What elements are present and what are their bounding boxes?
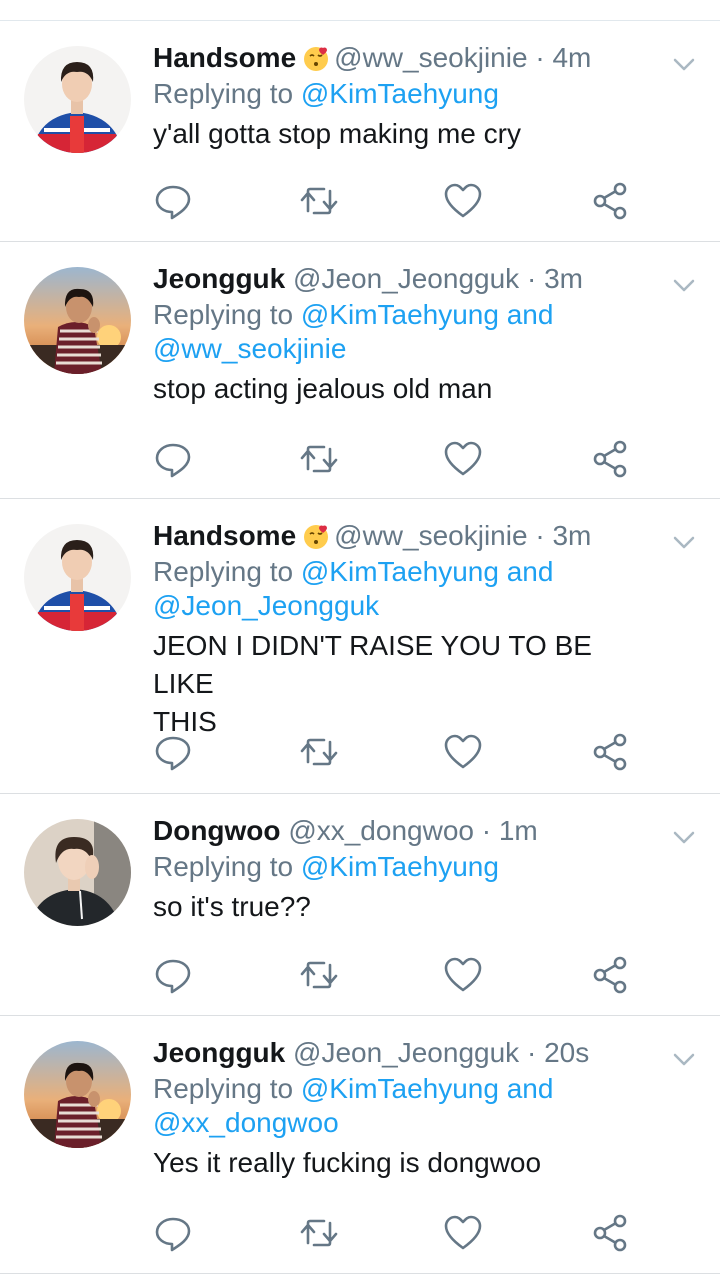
tweet[interactable]: Jeongguk @Jeon_Jeongguk · 20s Replying t… <box>0 1016 720 1274</box>
retweet-icon[interactable] <box>299 439 339 479</box>
display-name[interactable]: Handsome <box>153 520 296 551</box>
replying-prefix: Replying to <box>153 556 301 587</box>
avatar[interactable] <box>24 46 131 153</box>
tweet-actions <box>153 1213 653 1253</box>
chevron-down-icon[interactable] <box>672 57 696 73</box>
tweet-text: JEON I DIDN'T RAISE YOU TO BE LIKE THIS <box>153 627 660 741</box>
share-icon[interactable] <box>590 732 630 772</box>
share-icon[interactable] <box>590 181 630 221</box>
tweet-header: Dongwoo @xx_dongwoo · 1m <box>153 814 660 848</box>
reply-icon[interactable] <box>153 1213 193 1253</box>
mention-link[interactable]: @KimTaehyung <box>301 851 499 882</box>
handle[interactable]: @xx_dongwoo <box>288 815 474 846</box>
separator: · <box>527 42 553 73</box>
share-icon[interactable] <box>590 1213 630 1253</box>
separator: · <box>519 1037 545 1068</box>
handle[interactable]: @Jeon_Jeongguk <box>293 1037 519 1068</box>
tweet-header: Jeongguk @Jeon_Jeongguk · 20s <box>153 1036 660 1070</box>
like-icon[interactable] <box>443 439 483 479</box>
mention-link[interactable]: @Jeon_Jeongguk <box>153 590 379 621</box>
chevron-down-icon[interactable] <box>672 830 696 846</box>
kissing-face-heart-emoji <box>302 44 330 72</box>
retweet-icon[interactable] <box>299 181 339 221</box>
retweet-icon[interactable] <box>299 955 339 995</box>
mention-joiner: and <box>498 1073 554 1104</box>
tweet[interactable]: Handsome @ww_seokjinie · 4m Replying to @… <box>0 21 720 242</box>
chevron-down-icon[interactable] <box>672 1052 696 1068</box>
replying-to: Replying to @KimTaehyung <box>153 77 660 111</box>
display-name[interactable]: Dongwoo <box>153 815 281 846</box>
reply-icon[interactable] <box>153 439 193 479</box>
handle[interactable]: @Jeon_Jeongguk <box>293 263 519 294</box>
tweet-actions <box>153 732 653 772</box>
mention-link[interactable]: @KimTaehyung <box>301 299 499 330</box>
mention-link[interactable]: @ww_seokjinie <box>153 333 346 364</box>
replying-prefix: Replying to <box>153 78 301 109</box>
separator: · <box>519 263 545 294</box>
timestamp[interactable]: 3m <box>552 520 591 551</box>
mention-link[interactable]: @KimTaehyung <box>301 556 499 587</box>
chevron-down-icon[interactable] <box>672 278 696 294</box>
share-icon[interactable] <box>590 439 630 479</box>
like-icon[interactable] <box>443 181 483 221</box>
display-name[interactable]: Handsome <box>153 42 296 73</box>
like-icon[interactable] <box>443 1213 483 1253</box>
replying-to: Replying to @KimTaehyung and @ww_seokjini… <box>153 298 660 366</box>
display-name[interactable]: Jeongguk <box>153 1037 285 1068</box>
chevron-down-icon[interactable] <box>672 535 696 551</box>
tweet-actions <box>153 955 653 995</box>
mention-joiner: and <box>498 299 554 330</box>
like-icon[interactable] <box>443 732 483 772</box>
separator: · <box>527 520 553 551</box>
tweet[interactable]: Jeongguk @Jeon_Jeongguk · 3m Replying to… <box>0 242 720 499</box>
mention-joiner: and <box>498 556 554 587</box>
tweet[interactable]: Handsome @ww_seokjinie · 3m Replying to @… <box>0 499 720 794</box>
tweet-header: Handsome @ww_seokjinie · 3m <box>153 519 660 553</box>
timestamp[interactable]: 4m <box>552 42 591 73</box>
replying-to: Replying to @KimTaehyung and @xx_dongwoo <box>153 1072 660 1140</box>
like-icon[interactable] <box>443 955 483 995</box>
retweet-icon[interactable] <box>299 732 339 772</box>
tweet-text: stop acting jealous old man <box>153 373 493 404</box>
reply-icon[interactable] <box>153 181 193 221</box>
replying-to: Replying to @KimTaehyung and @Jeon_Jeongg… <box>153 555 660 623</box>
share-icon[interactable] <box>590 955 630 995</box>
tweet-actions <box>153 439 653 479</box>
avatar[interactable] <box>24 1041 131 1148</box>
replying-prefix: Replying to <box>153 299 301 330</box>
tweet-text: y'all gotta stop making me cry <box>153 118 521 149</box>
avatar[interactable] <box>24 524 131 631</box>
timestamp[interactable]: 20s <box>544 1037 589 1068</box>
separator: · <box>473 815 499 846</box>
timestamp[interactable]: 1m <box>499 815 538 846</box>
tweet-text: so it's true?? <box>153 891 311 922</box>
reply-icon[interactable] <box>153 955 193 995</box>
kissing-face-heart-emoji <box>302 522 330 550</box>
tweet-text-line: JEON I DIDN'T RAISE YOU TO BE LIKE <box>153 630 592 699</box>
mention-link[interactable]: @KimTaehyung <box>301 78 499 109</box>
handle[interactable]: @ww_seokjinie <box>334 520 527 551</box>
handle[interactable]: @ww_seokjinie <box>334 42 527 73</box>
timestamp[interactable]: 3m <box>544 263 583 294</box>
avatar[interactable] <box>24 819 131 926</box>
mention-link[interactable]: @KimTaehyung <box>301 1073 499 1104</box>
retweet-icon[interactable] <box>299 1213 339 1253</box>
reply-icon[interactable] <box>153 732 193 772</box>
replying-prefix: Replying to <box>153 851 301 882</box>
tweet-header: Handsome @ww_seokjinie · 4m <box>153 41 660 75</box>
tweet-divider <box>0 1273 720 1274</box>
tweet-actions <box>153 181 653 221</box>
replying-prefix: Replying to <box>153 1073 301 1104</box>
tweet-header: Jeongguk @Jeon_Jeongguk · 3m <box>153 262 660 296</box>
avatar[interactable] <box>24 267 131 374</box>
tweet[interactable]: Dongwoo @xx_dongwoo · 1m Replying to @Ki… <box>0 794 720 1016</box>
replying-to: Replying to @KimTaehyung <box>153 850 660 884</box>
tweet-text: Yes it really fucking is dongwoo <box>153 1147 542 1178</box>
display-name[interactable]: Jeongguk <box>153 263 285 294</box>
mention-link[interactable]: @xx_dongwoo <box>153 1107 339 1138</box>
